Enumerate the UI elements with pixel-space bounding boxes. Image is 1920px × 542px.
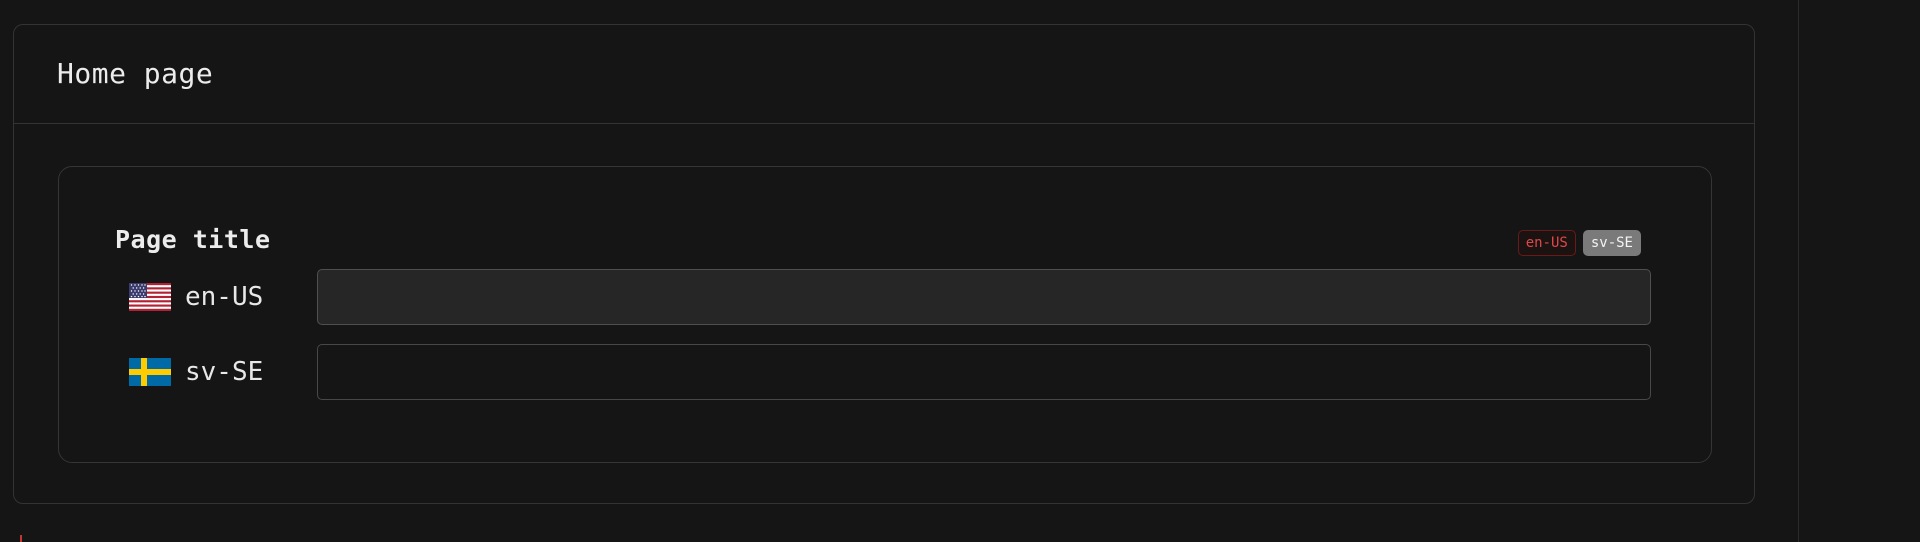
locale-row-sv-se: sv-SE [129,344,1709,400]
locale-badge-sv-se[interactable]: sv-SE [1582,230,1641,256]
us-flag-icon [129,283,171,311]
locale-badge-en-us[interactable]: en-US [1517,230,1576,256]
page-title-input-en-us[interactable] [317,269,1651,325]
field-label: Page title [115,225,271,254]
page-title-input-sv-se[interactable] [317,344,1651,400]
locale-label-sv-se: sv-SE [185,357,264,387]
locale-label-en-us: en-US [185,282,264,312]
panel-header: Home page [14,25,1754,124]
panel-title: Home page [57,56,214,90]
sweden-flag-icon [129,358,171,386]
sidebar-divider [1798,0,1799,542]
error-indicator-edge [20,535,26,542]
field-card: Page title en-US sv-SE en-US sv-SE [58,166,1712,463]
editor-page: Home page Page title en-US sv-SE en-US s… [0,0,1920,542]
locale-badges: en-US sv-SE [1517,230,1641,256]
locale-row-en-us: en-US [129,269,1709,325]
document-panel: Home page Page title en-US sv-SE en-US s… [13,24,1755,504]
